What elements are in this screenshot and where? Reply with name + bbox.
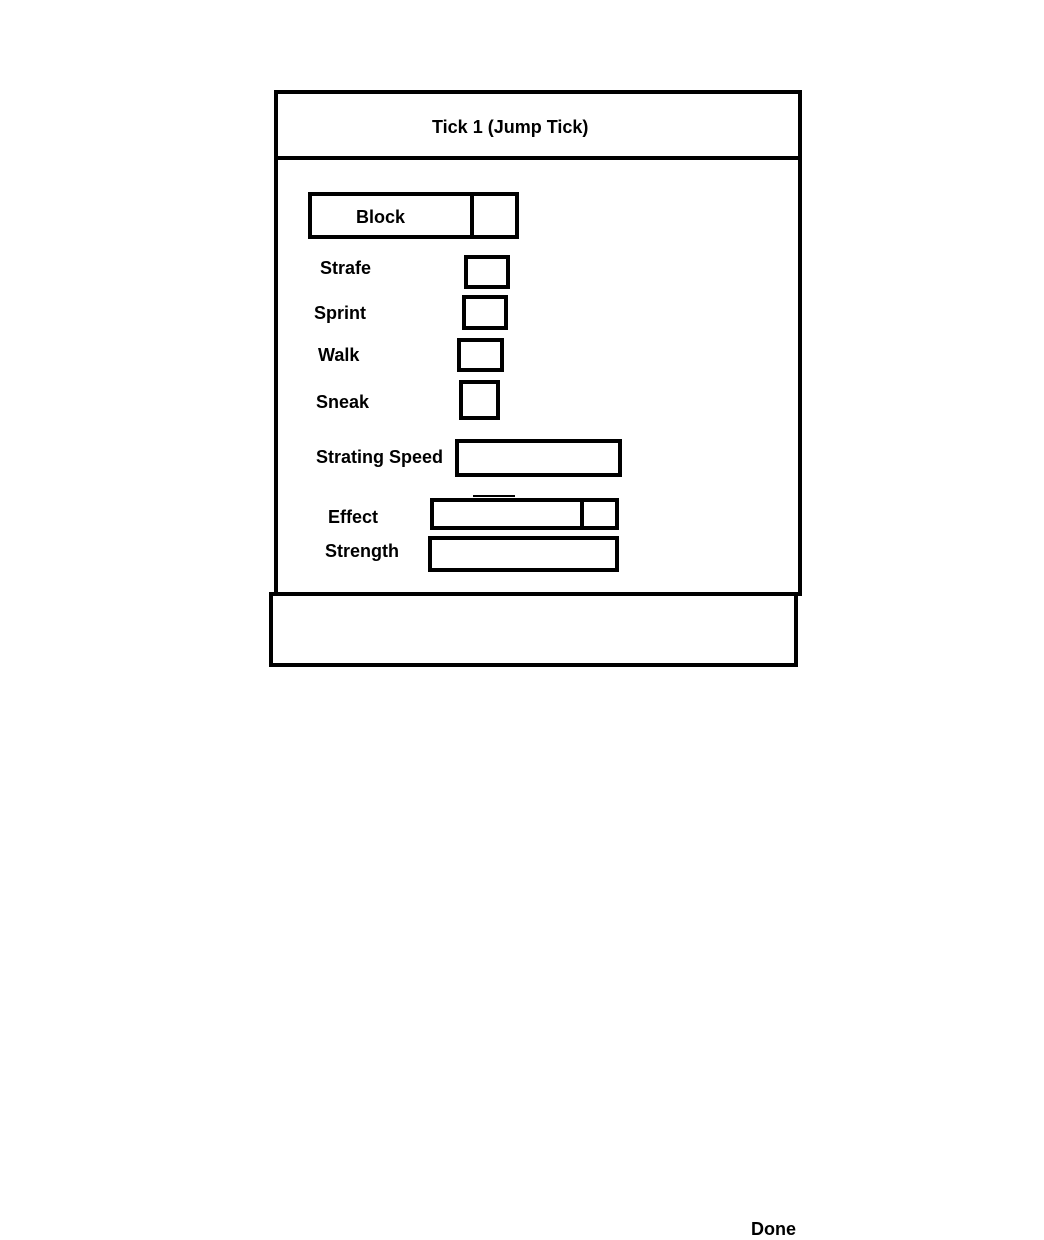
done-button[interactable]: Done: [269, 592, 798, 1239]
divider-mark: [473, 495, 515, 497]
starting-speed-label: Strating Speed: [316, 447, 444, 467]
effect-dropdown-toggle[interactable]: [580, 500, 584, 528]
strength-label: Strength: [325, 541, 399, 561]
block-dropdown-toggle[interactable]: [470, 194, 474, 237]
sneak-label: Sneak: [316, 392, 370, 412]
sneak-checkbox[interactable]: [459, 380, 500, 420]
walk-label: Walk: [318, 345, 360, 365]
starting-speed-input[interactable]: [455, 439, 622, 477]
header-divider: [276, 156, 800, 160]
dialog-title: Tick 1 (Jump Tick): [432, 117, 589, 137]
effect-label: Effect: [328, 507, 379, 527]
walk-checkbox[interactable]: [457, 338, 504, 372]
strength-input[interactable]: [428, 536, 619, 572]
done-button-label: Done: [751, 1219, 796, 1239]
block-dropdown[interactable]: Block: [308, 192, 519, 239]
block-dropdown-label: Block: [356, 207, 406, 227]
sprint-checkbox[interactable]: [462, 295, 508, 330]
strafe-label: Strafe: [320, 258, 372, 278]
sprint-label: Sprint: [314, 303, 366, 323]
strafe-checkbox[interactable]: [464, 255, 510, 289]
effect-dropdown[interactable]: [430, 498, 619, 530]
